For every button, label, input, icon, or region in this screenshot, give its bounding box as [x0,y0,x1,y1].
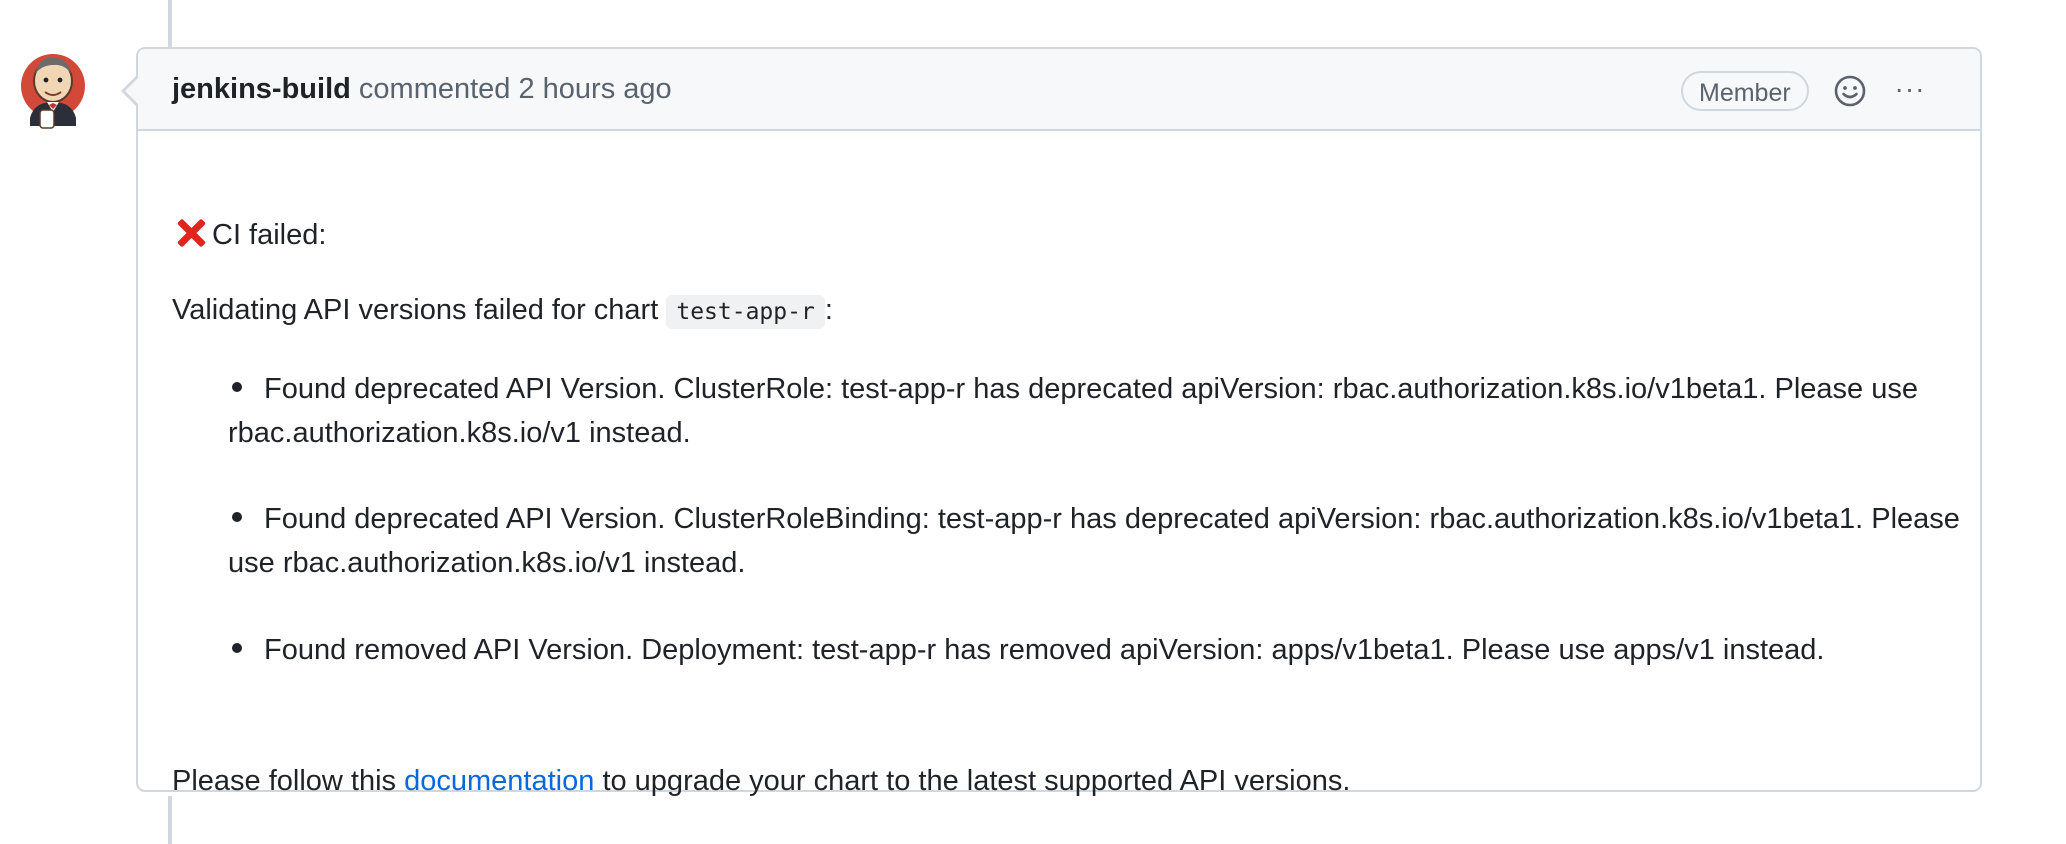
status-line: CI failed: [172,213,326,257]
comment-timestamp[interactable]: 2 hours ago [518,73,671,105]
list-item-text: Found deprecated API Version. ClusterRol… [228,373,1918,449]
list-item-text: Found deprecated API Version. ClusterRol… [228,503,1960,579]
timeline-connector-bottom [168,796,172,844]
kebab-horizontal-icon: ··· [1894,73,1926,104]
more-options-button[interactable]: ··· [1890,71,1930,111]
comment-box: jenkins-build commented 2 hours ago Memb… [121,47,1982,797]
comment-header: jenkins-build commented 2 hours ago Memb… [138,49,1980,131]
jenkins-avatar-icon [21,54,85,129]
intro-suffix: : [824,294,833,326]
list-item: Found deprecated API Version. ClusterRol… [228,367,2008,455]
cross-mark-icon [172,214,210,252]
bullet-dot [232,512,242,522]
footer-paragraph: Please follow this documentation to upgr… [172,759,1350,803]
comment-action: commented [358,73,511,105]
avatar[interactable] [20,48,86,132]
status-text: CI failed: [212,219,327,251]
chart-name-code: test-app-r [666,295,825,329]
bullet-dot [232,643,242,653]
footer-suffix: to upgrade your chart to the latest supp… [602,765,1351,797]
footer-text: Please follow this [172,765,397,797]
role-badge: Member [1681,71,1809,111]
bullet-dot [232,382,242,392]
intro-text: Validating API versions failed for chart [172,294,659,326]
comment-header-text: jenkins-build commented 2 hours ago [172,71,672,107]
list-item-text: Found removed API Version. Deployment: t… [264,634,1825,666]
comment-caret-fill [125,77,139,105]
list-item: Found deprecated API Version. ClusterRol… [228,497,2008,585]
documentation-link[interactable]: documentation [404,765,594,797]
list-item: Found removed API Version. Deployment: t… [228,628,2008,672]
intro-paragraph: Validating API versions failed for chart… [172,288,833,334]
timeline-connector-top [168,0,172,48]
add-reaction-button[interactable] [1832,73,1868,109]
smiley-icon [1834,75,1866,107]
author-link[interactable]: jenkins-build [172,73,351,105]
